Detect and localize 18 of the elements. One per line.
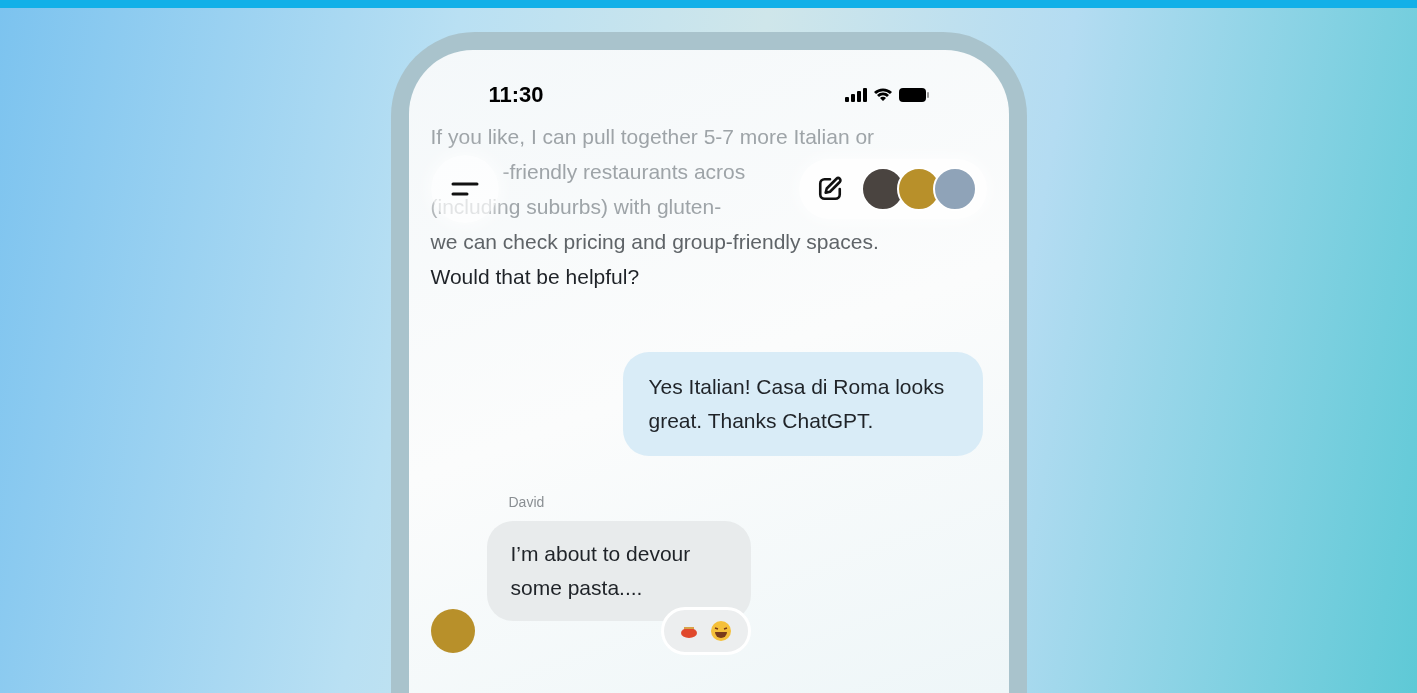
wifi-icon <box>872 87 893 102</box>
signal-icon <box>844 87 867 102</box>
reactions-pill[interactable] <box>660 607 751 655</box>
laughing-face-icon <box>709 620 732 642</box>
assistant-message-line: we can check pricing and group-friendly spaces. <box>430 230 879 253</box>
assistant-message-line: If you like, I can pull together 5-7 more Italian or <box>430 125 875 148</box>
assistant-message-line: Would that be helpful? <box>430 265 640 288</box>
sender-avatar <box>430 609 475 653</box>
battery-icon <box>898 87 929 102</box>
member-message-bubble: I’m about to devour some pasta.... <box>486 521 751 621</box>
sender-name: David <box>508 493 546 512</box>
pasta-bowl-icon <box>679 624 698 638</box>
user-message-bubble: Yes Italian! Casa di Roma looks great. Thanks ChatGPT. <box>622 352 983 456</box>
status-time: 11:30 <box>488 81 544 109</box>
menu-icon <box>450 180 479 198</box>
assistant-message-line: -friendly restaurants acros <box>502 160 746 183</box>
member-avatars[interactable] <box>860 167 977 211</box>
compose-icon[interactable] <box>816 176 843 202</box>
